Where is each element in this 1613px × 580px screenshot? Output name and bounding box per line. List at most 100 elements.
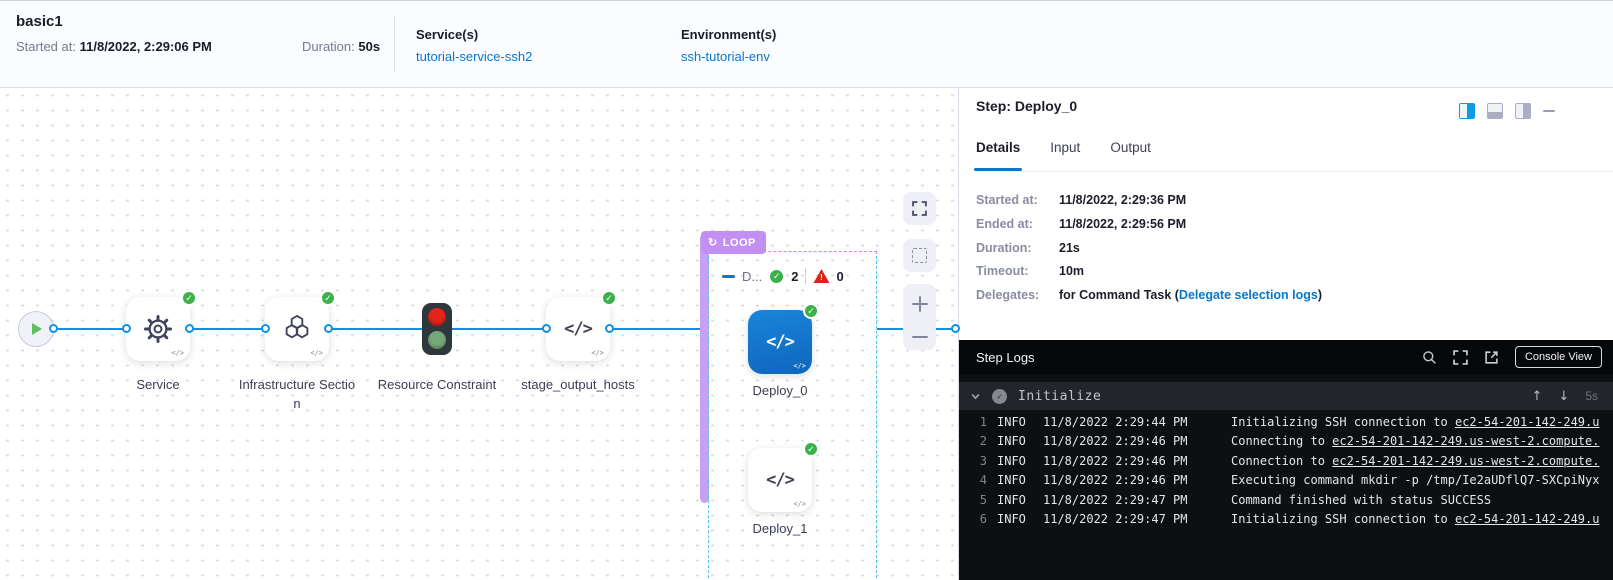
- success-badge: ✓: [803, 441, 819, 457]
- minimize-panel-button[interactable]: [1543, 110, 1555, 112]
- log-timestamp: 11/8/2022 2:29:47 PM: [1043, 493, 1193, 507]
- success-badge: ✓: [320, 290, 336, 306]
- environment-link[interactable]: ssh-tutorial-env: [681, 49, 770, 64]
- log-line: 3INFO11/8/2022 2:29:46 PMConnection to e…: [959, 451, 1613, 471]
- log-host-link[interactable]: ec2-54-201-142-249.u: [1455, 415, 1600, 429]
- zoom-out-button[interactable]: [912, 336, 928, 338]
- log-message-text: Initializing SSH connection to: [1231, 512, 1455, 526]
- layout-right-button[interactable]: [1515, 103, 1531, 119]
- node-deploy-1[interactable]: ✓ </> </>: [748, 448, 812, 512]
- detail-value: 21s: [1059, 242, 1080, 256]
- detail-value: for Command Task (Delegate selection log…: [1059, 289, 1322, 303]
- delegate-selection-logs-link[interactable]: Delegate selection logs: [1179, 288, 1318, 302]
- success-badge: ✓: [803, 303, 819, 319]
- log-open-external-button[interactable]: [1484, 350, 1499, 365]
- pipeline-canvas[interactable]: ✓ </> Service ✓: [0, 88, 958, 580]
- pipeline-name: basic1: [16, 13, 63, 30]
- code-icon: </>: [766, 332, 794, 352]
- canvas-fullscreen-button[interactable]: [903, 192, 936, 225]
- hexagons-icon: [281, 313, 313, 345]
- loop-badge-label: LOOP: [723, 237, 756, 249]
- started-at-label: Started at:: [16, 39, 76, 54]
- search-icon: [1422, 350, 1437, 365]
- detail-value: 11/8/2022, 2:29:56 PM: [1059, 218, 1186, 232]
- log-level: INFO: [997, 454, 1035, 468]
- log-timestamp: 11/8/2022 2:29:46 PM: [1043, 434, 1193, 448]
- edge-point: [49, 324, 58, 333]
- detail-label: Ended at:: [976, 218, 1059, 232]
- duration: Duration: 50s: [302, 39, 380, 54]
- loop-group-title: D...: [742, 269, 762, 284]
- console-view-button[interactable]: Console View: [1515, 346, 1602, 368]
- detail-value-suffix: ): [1318, 288, 1322, 302]
- log-line: 6INFO11/8/2022 2:29:47 PMInitializing SS…: [959, 510, 1613, 530]
- loop-badge[interactable]: ↻ LOOP: [701, 231, 766, 254]
- canvas-zoom-controls: [903, 284, 936, 350]
- chevron-down-icon: [970, 391, 981, 402]
- scroll-top-button[interactable]: ↑: [1532, 389, 1543, 404]
- code-corner-icon: </>: [793, 500, 806, 508]
- log-level: INFO: [997, 493, 1035, 507]
- log-section-initialize[interactable]: ✓ Initialize ↑ ↓ 5s: [959, 382, 1613, 410]
- log-message: Connection to ec2-54-201-142-249.us-west…: [1231, 454, 1613, 468]
- edge-point: [605, 324, 614, 333]
- log-message: Initializing SSH connection to ec2-54-20…: [1231, 415, 1613, 429]
- edge-line: [53, 328, 127, 330]
- count-divider: [805, 268, 806, 284]
- zoom-in-button[interactable]: [912, 296, 928, 312]
- log-message-text: Command finished with status SUCCESS: [1231, 493, 1491, 507]
- node-deploy-0[interactable]: ✓ </> </>: [748, 310, 812, 374]
- play-icon: [30, 322, 43, 336]
- log-search-button[interactable]: [1422, 350, 1437, 365]
- log-message: Connecting to ec2-54-201-142-249.us-west…: [1231, 434, 1613, 448]
- loop-group-header[interactable]: D... ✓ 2 ! 0: [722, 266, 844, 286]
- panel-tabs: Details Input Output: [976, 140, 1613, 172]
- layout-split-button[interactable]: [1459, 103, 1475, 119]
- log-line-number: 2: [963, 434, 987, 448]
- environments-block: Environment(s) ssh-tutorial-env: [681, 27, 776, 64]
- detail-label: Duration:: [976, 242, 1059, 256]
- node-infrastructure[interactable]: ✓ </>: [265, 297, 329, 361]
- log-host-link[interactable]: ec2-54-201-142-249.us-west-2.compute.: [1332, 434, 1599, 448]
- log-host-link[interactable]: ec2-54-201-142-249.us-west-2.compute.: [1332, 454, 1599, 468]
- step-logs: Step Logs: [959, 340, 1613, 580]
- edge-point: [324, 324, 333, 333]
- edge-point: [122, 324, 131, 333]
- tab-details[interactable]: Details: [976, 140, 1020, 171]
- started-at-value: 11/8/2022, 2:29:06 PM: [80, 39, 212, 54]
- services-label: Service(s): [416, 27, 532, 42]
- tab-input[interactable]: Input: [1050, 140, 1080, 171]
- logs-header: Step Logs: [959, 340, 1613, 374]
- scroll-bottom-button[interactable]: ↓: [1558, 389, 1569, 404]
- edge-line: [609, 328, 709, 330]
- layout-bottom-button[interactable]: [1487, 103, 1503, 119]
- canvas-select-button[interactable]: [903, 239, 936, 272]
- edge-point: [542, 324, 551, 333]
- log-message: Executing command mkdir -p /tmp/Ie2aUDfl…: [1231, 473, 1613, 487]
- tab-output[interactable]: Output: [1110, 140, 1151, 171]
- node-label-infrastructure: Infrastructure Section: [237, 376, 357, 414]
- node-service[interactable]: ✓ </>: [126, 297, 190, 361]
- detail-value: 11/8/2022, 2:29:36 PM: [1059, 194, 1186, 208]
- log-host-link[interactable]: ec2-54-201-142-249.u: [1455, 512, 1600, 526]
- log-level: INFO: [997, 434, 1035, 448]
- success-count-icon: ✓: [769, 269, 784, 284]
- detail-row: Timeout:10m: [976, 265, 1603, 279]
- log-line-number: 3: [963, 454, 987, 468]
- service-link[interactable]: tutorial-service-ssh2: [416, 49, 532, 64]
- header-divider: [394, 17, 395, 73]
- collapse-icon[interactable]: [722, 275, 735, 278]
- node-label-stage-output-hosts: stage_output_hosts: [518, 376, 638, 395]
- log-message-text: Connecting to: [1231, 434, 1332, 448]
- detail-row: Delegates:for Command Task (Delegate sel…: [976, 289, 1603, 303]
- log-line: 5INFO11/8/2022 2:29:47 PMCommand finishe…: [959, 490, 1613, 510]
- duration-label: Duration:: [302, 39, 355, 54]
- loop-container: [708, 251, 877, 580]
- node-resource-constraint[interactable]: [422, 303, 452, 355]
- code-corner-icon: </>: [793, 362, 806, 370]
- failed-count-icon: !: [813, 269, 829, 283]
- services-block: Service(s) tutorial-service-ssh2: [416, 27, 532, 64]
- section-name: Initialize: [1018, 389, 1101, 404]
- log-fullscreen-button[interactable]: [1453, 350, 1468, 365]
- node-stage-output-hosts[interactable]: ✓ </> </>: [546, 297, 610, 361]
